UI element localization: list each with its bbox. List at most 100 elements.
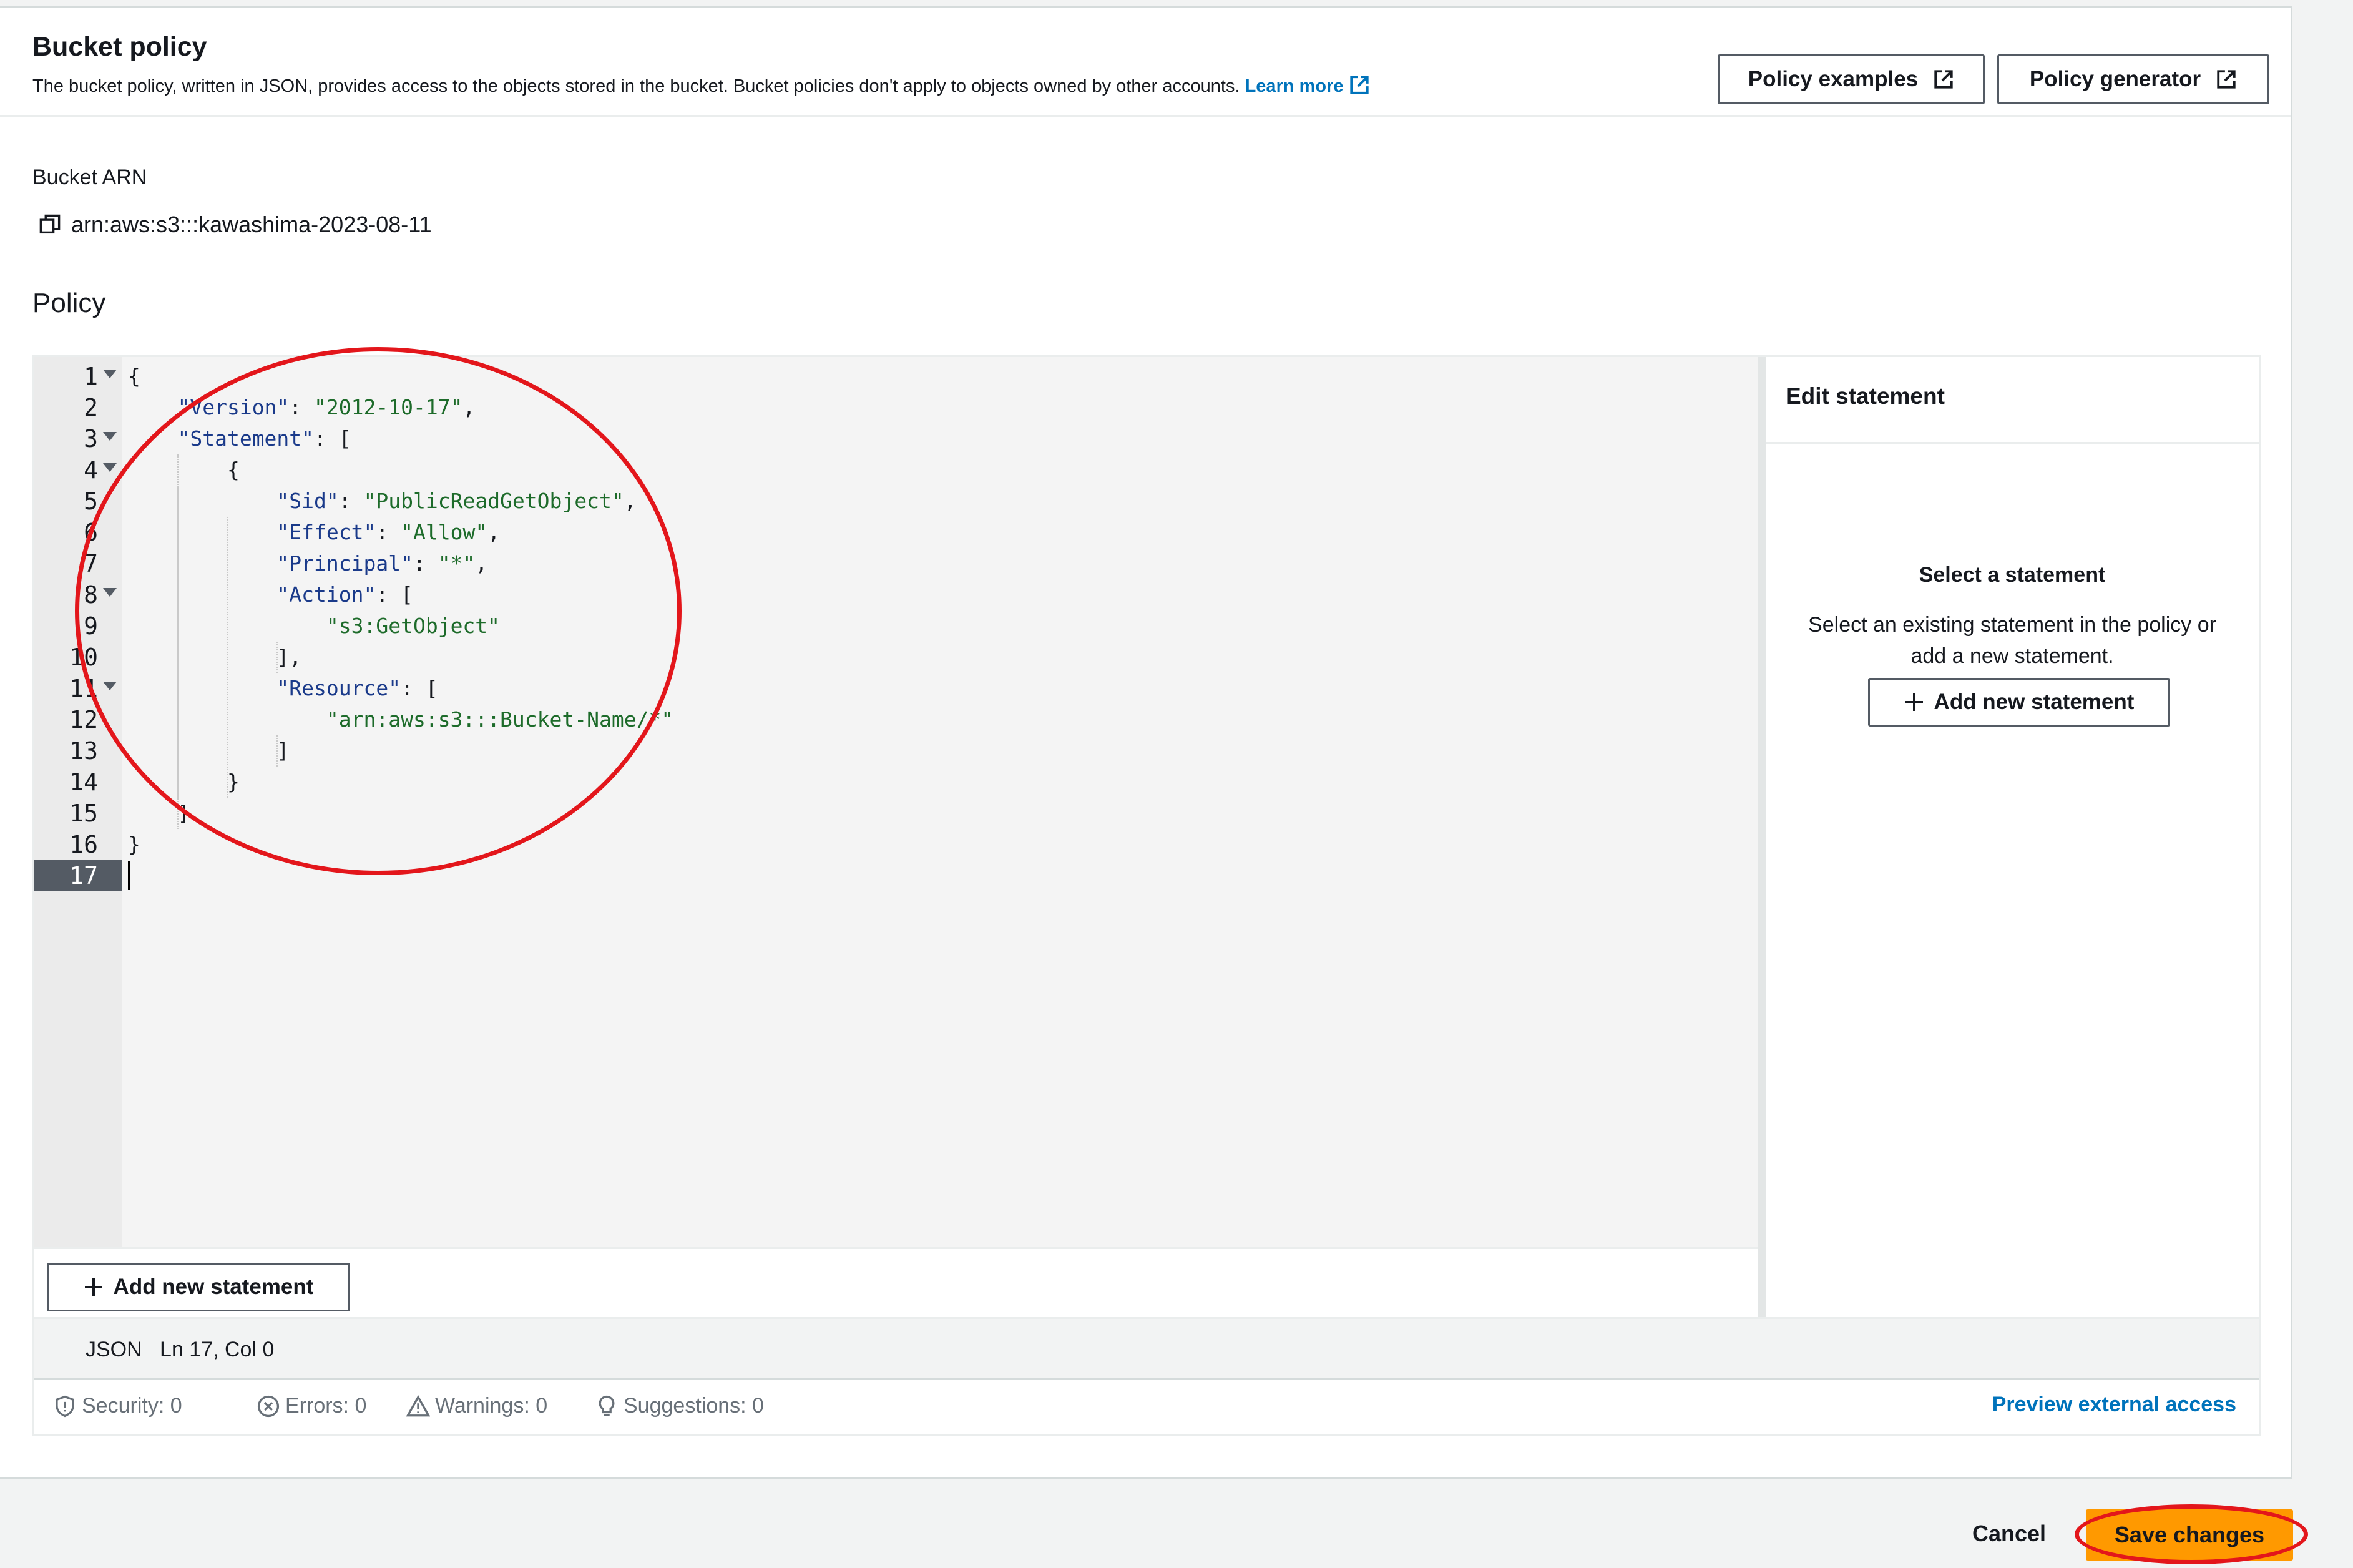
- empty-state-title: Select a statement: [1919, 563, 2106, 587]
- policy-generator-button[interactable]: Policy generator: [1997, 54, 2269, 104]
- code-text: "Resource": [: [276, 676, 438, 700]
- line-number: 1: [84, 363, 98, 390]
- code-line[interactable]: 13 ]: [34, 735, 1758, 767]
- code-line[interactable]: 16}: [34, 829, 1758, 860]
- bucket-arn-label: Bucket ARN: [32, 165, 147, 189]
- code-text: ]: [128, 801, 190, 825]
- add-statement-label: Add new statement: [113, 1275, 314, 1299]
- code-line[interactable]: 4 {: [34, 454, 1758, 486]
- line-number: 16: [69, 831, 98, 858]
- external-link-icon: [1349, 76, 1369, 94]
- fold-arrow-icon[interactable]: [103, 682, 117, 690]
- add-statement-bar: Add new statement: [34, 1247, 1758, 1317]
- code-editor[interactable]: 1{2 "Version": "2012-10-17", 3 "Statement…: [34, 357, 1758, 1247]
- external-link-icon: [1934, 70, 1953, 89]
- policy-label: Policy: [32, 288, 106, 318]
- line-number: 17: [34, 860, 122, 891]
- code-text: {: [128, 364, 140, 388]
- code-line[interactable]: 12 "arn:aws:s3:::Bucket-Name/*": [34, 704, 1758, 735]
- lightbulb-icon: [599, 1395, 615, 1416]
- indent-guide: [276, 735, 278, 767]
- code-text: "Principal": "*",: [276, 551, 488, 576]
- security-count[interactable]: Security: 0: [53, 1394, 182, 1418]
- indent-guide: [177, 486, 179, 798]
- errors-count[interactable]: Errors: 0: [257, 1394, 366, 1418]
- fold-arrow-icon[interactable]: [103, 588, 117, 597]
- learn-more-label: Learn more: [1245, 76, 1344, 96]
- fold-arrow-icon[interactable]: [103, 370, 117, 378]
- code-text: }: [128, 770, 240, 794]
- indent-guide: [227, 517, 228, 798]
- code-text: "Effect": "Allow",: [276, 520, 501, 544]
- warnings-count[interactable]: Warnings: 0: [406, 1394, 547, 1418]
- line-number: 10: [69, 644, 98, 671]
- code-text: ]: [128, 738, 290, 763]
- policy-examples-button[interactable]: Policy examples: [1718, 54, 1985, 104]
- bucket-arn-text: arn:aws:s3:::kawashima-2023-08-11: [71, 212, 432, 237]
- indent-guide: [276, 642, 278, 673]
- line-number: 8: [84, 581, 98, 609]
- code-line[interactable]: 5 "Sid": "PublicReadGetObject",: [34, 486, 1758, 517]
- code-text: {: [128, 458, 240, 482]
- line-number: 14: [69, 768, 98, 796]
- shield-icon: [56, 1395, 74, 1417]
- learn-more-link[interactable]: Learn more: [1245, 76, 1370, 96]
- code-line[interactable]: 17: [34, 860, 1758, 891]
- external-link-icon: [2217, 70, 2236, 89]
- error-icon: [257, 1395, 280, 1417]
- code-text: "Action": [: [276, 582, 413, 607]
- policy-editor: 1{2 "Version": "2012-10-17", 3 "Statement…: [32, 355, 2261, 1436]
- fold-arrow-icon[interactable]: [103, 463, 117, 472]
- code-line[interactable]: 8 "Action": [: [34, 579, 1758, 610]
- plus-icon: [84, 1278, 102, 1296]
- line-number: 11: [69, 675, 98, 702]
- fold-arrow-icon[interactable]: [103, 432, 117, 441]
- errors-label: Errors: 0: [285, 1394, 367, 1418]
- line-number: 6: [84, 519, 98, 546]
- code-text: "Version": "2012-10-17",: [177, 395, 476, 419]
- code-line[interactable]: 15 ]: [34, 798, 1758, 829]
- line-number: 5: [84, 488, 98, 515]
- code-text: "s3:GetObject": [326, 614, 501, 638]
- bucket-arn-value: arn:aws:s3:::kawashima-2023-08-11: [39, 212, 432, 238]
- line-number: 3: [84, 425, 98, 453]
- code-text: "Statement": [: [177, 426, 351, 451]
- code-line[interactable]: 2 "Version": "2012-10-17",: [34, 392, 1758, 423]
- code-line[interactable]: 14 }: [34, 767, 1758, 798]
- code-text: }: [128, 832, 140, 856]
- policy-generator-label: Policy generator: [2029, 67, 2201, 91]
- code-line[interactable]: 3 "Statement": [: [34, 423, 1758, 454]
- code-text: ],: [128, 645, 302, 669]
- text-cursor: [128, 861, 130, 890]
- description-text: The bucket policy, written in JSON, prov…: [32, 76, 1240, 96]
- cancel-button[interactable]: Cancel: [1972, 1521, 2046, 1547]
- policy-examples-label: Policy examples: [1748, 67, 1919, 91]
- line-number: 2: [84, 394, 98, 421]
- line-number: 9: [84, 612, 98, 640]
- code-line[interactable]: 11 "Resource": [: [34, 673, 1758, 704]
- line-number: 13: [69, 737, 98, 765]
- security-label: Security: 0: [82, 1394, 182, 1418]
- empty-state-description: Select an existing statement in the poli…: [1808, 613, 2216, 668]
- code-line[interactable]: 9 "s3:GetObject": [34, 610, 1758, 642]
- status-position: Ln 17, Col 0: [160, 1338, 275, 1361]
- code-line[interactable]: 6 "Effect": "Allow",: [34, 517, 1758, 548]
- code-line[interactable]: 1{: [34, 361, 1758, 392]
- copy-icon[interactable]: [39, 213, 61, 236]
- code-line[interactable]: 10 ],: [34, 642, 1758, 673]
- save-changes-button[interactable]: Save changes: [2086, 1509, 2293, 1561]
- status-info: JSON Ln 17, Col 0: [86, 1338, 274, 1362]
- line-number: 7: [84, 550, 98, 577]
- header-description: The bucket policy, written in JSON, prov…: [32, 74, 1370, 97]
- code-line[interactable]: 7 "Principal": "*",: [34, 548, 1758, 579]
- suggestions-label: Suggestions: 0: [624, 1394, 764, 1418]
- plus-icon: [1905, 693, 1923, 711]
- suggestions-count[interactable]: Suggestions: 0: [595, 1394, 764, 1418]
- warnings-label: Warnings: 0: [435, 1394, 548, 1418]
- validation-bar: Security: 0 Errors: 0 Warnings: 0 Sugges…: [34, 1378, 2259, 1434]
- preview-external-access-link[interactable]: Preview external access: [1992, 1393, 2236, 1417]
- side-add-new-statement-button[interactable]: Add new statement: [1868, 678, 2170, 727]
- add-new-statement-button[interactable]: Add new statement: [47, 1263, 350, 1311]
- side-add-statement-label: Add new statement: [1934, 690, 2135, 714]
- panel-resize-handle[interactable]: [1758, 357, 1766, 1317]
